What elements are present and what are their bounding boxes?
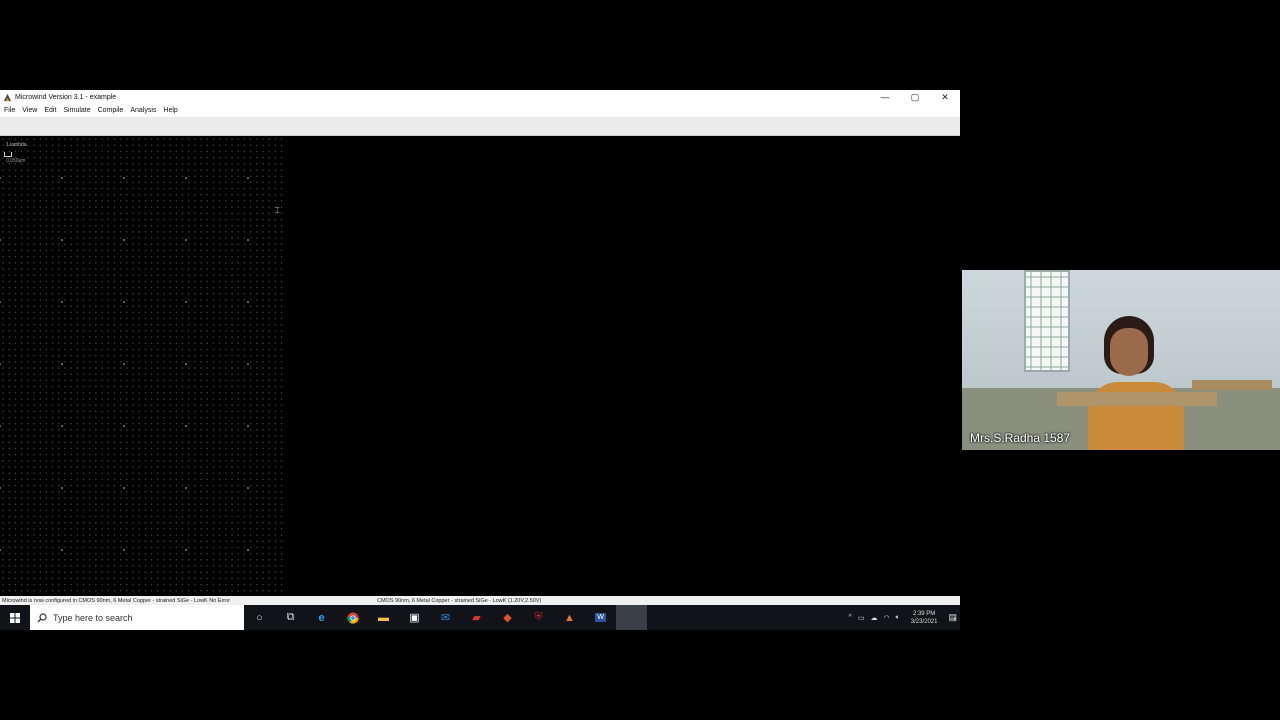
word-icon[interactable]: W (585, 605, 616, 630)
participant-face (1110, 328, 1148, 376)
mail-icon[interactable]: ✉ (430, 605, 461, 630)
minimize-button[interactable]: — (870, 90, 900, 104)
shield-icon[interactable]: ⛨ (523, 605, 554, 630)
scale-micron-label: 0.050µm (6, 158, 26, 164)
cortana-icon[interactable]: ○ (244, 605, 275, 630)
scale-bar (4, 152, 12, 157)
menu-analysis[interactable]: Analysis (130, 107, 156, 114)
matlab-icon[interactable]: ▲ (554, 605, 585, 630)
microwind-taskbar-icon[interactable] (616, 605, 647, 630)
file-explorer-icon[interactable]: ▬ (368, 605, 399, 630)
chrome-logo (346, 612, 359, 624)
toolbar (0, 117, 960, 136)
windows-taskbar: Type here to search ○ ⧉ e ▬ ▣ ✉ ▰ ◆ ⛨ ▲ … (0, 605, 960, 630)
orange-app-icon[interactable]: ◆ (492, 605, 523, 630)
chrome-icon[interactable] (337, 605, 368, 630)
status-bar: Microwind is now configured in CMOS 90nm… (0, 596, 960, 605)
desk-front (1057, 392, 1217, 406)
webcam-video-tile: Mrs.S.Radha 1587 (962, 270, 1280, 450)
task-view-icon[interactable]: ⧉ (275, 605, 306, 630)
menu-compile[interactable]: Compile (98, 107, 124, 114)
volume-icon[interactable]: 🔈︎ (896, 614, 900, 622)
layout-canvas[interactable]: 1 lambda 0.050µm ⌶ (0, 136, 960, 594)
store-icon[interactable]: ▣ (399, 605, 430, 630)
onedrive-icon[interactable]: ☁ (870, 614, 877, 622)
edge-browser-icon[interactable]: e (306, 605, 337, 630)
lambda-grid-major (0, 136, 286, 594)
red-app-icon[interactable]: ▰ (461, 605, 492, 630)
chevron-up-icon[interactable]: ^ (849, 614, 852, 621)
classroom-window (1024, 270, 1070, 372)
maximize-button[interactable]: ▢ (900, 90, 930, 104)
notification-count: 5 (953, 617, 957, 623)
search-icon (37, 612, 47, 622)
taskbar-clock[interactable]: 2:39 PM 3/23/2021 (911, 610, 938, 626)
start-button[interactable] (0, 605, 30, 630)
clock-date: 3/23/2021 (910, 618, 938, 625)
search-placeholder: Type here to search (53, 612, 133, 623)
title-bar: Microwind Version 3.1 - example — ▢ ✕ (0, 90, 960, 104)
menu-file[interactable]: File (4, 107, 15, 114)
desk-back (1192, 380, 1272, 390)
technology-info: CMOS 90nm, 6 Metal Copper - strained SiG… (377, 597, 542, 604)
taskbar-search-box[interactable]: Type here to search (30, 605, 244, 630)
status-message: Microwind is now configured in CMOS 90nm… (2, 597, 231, 604)
menu-edit[interactable]: Edit (44, 107, 56, 114)
network-icon[interactable]: ▭ (858, 614, 865, 622)
participant-video (1088, 316, 1184, 450)
menu-view[interactable]: View (22, 107, 37, 114)
system-tray: ^ ▭ ☁ ◠ 🔈︎ 2:39 PM 3/23/2021 ▤ 5 (846, 605, 960, 630)
window-controls: — ▢ ✕ (870, 90, 960, 104)
close-button[interactable]: ✕ (930, 90, 960, 104)
windows-logo-icon (10, 612, 20, 623)
menu-bar: File View Edit Simulate Compile Analysis… (0, 104, 960, 117)
microwind-app-icon (3, 93, 12, 101)
shared-screen: Microwind Version 3.1 - example — ▢ ✕ Fi… (0, 90, 960, 630)
scale-lambda-label: 1 lambda (6, 142, 27, 148)
menu-simulate[interactable]: Simulate (63, 107, 90, 114)
notification-center-icon[interactable]: ▤ 5 (948, 612, 957, 623)
cursor-marker-icon: ⌶ (275, 206, 280, 215)
window-title: Microwind Version 3.1 - example (15, 93, 117, 101)
menu-help[interactable]: Help (163, 107, 177, 114)
participant-name: Mrs.S.Radha 1587 (970, 431, 1071, 445)
clock-time: 2:39 PM (912, 610, 936, 617)
wifi-icon[interactable]: ◠ (883, 614, 889, 622)
